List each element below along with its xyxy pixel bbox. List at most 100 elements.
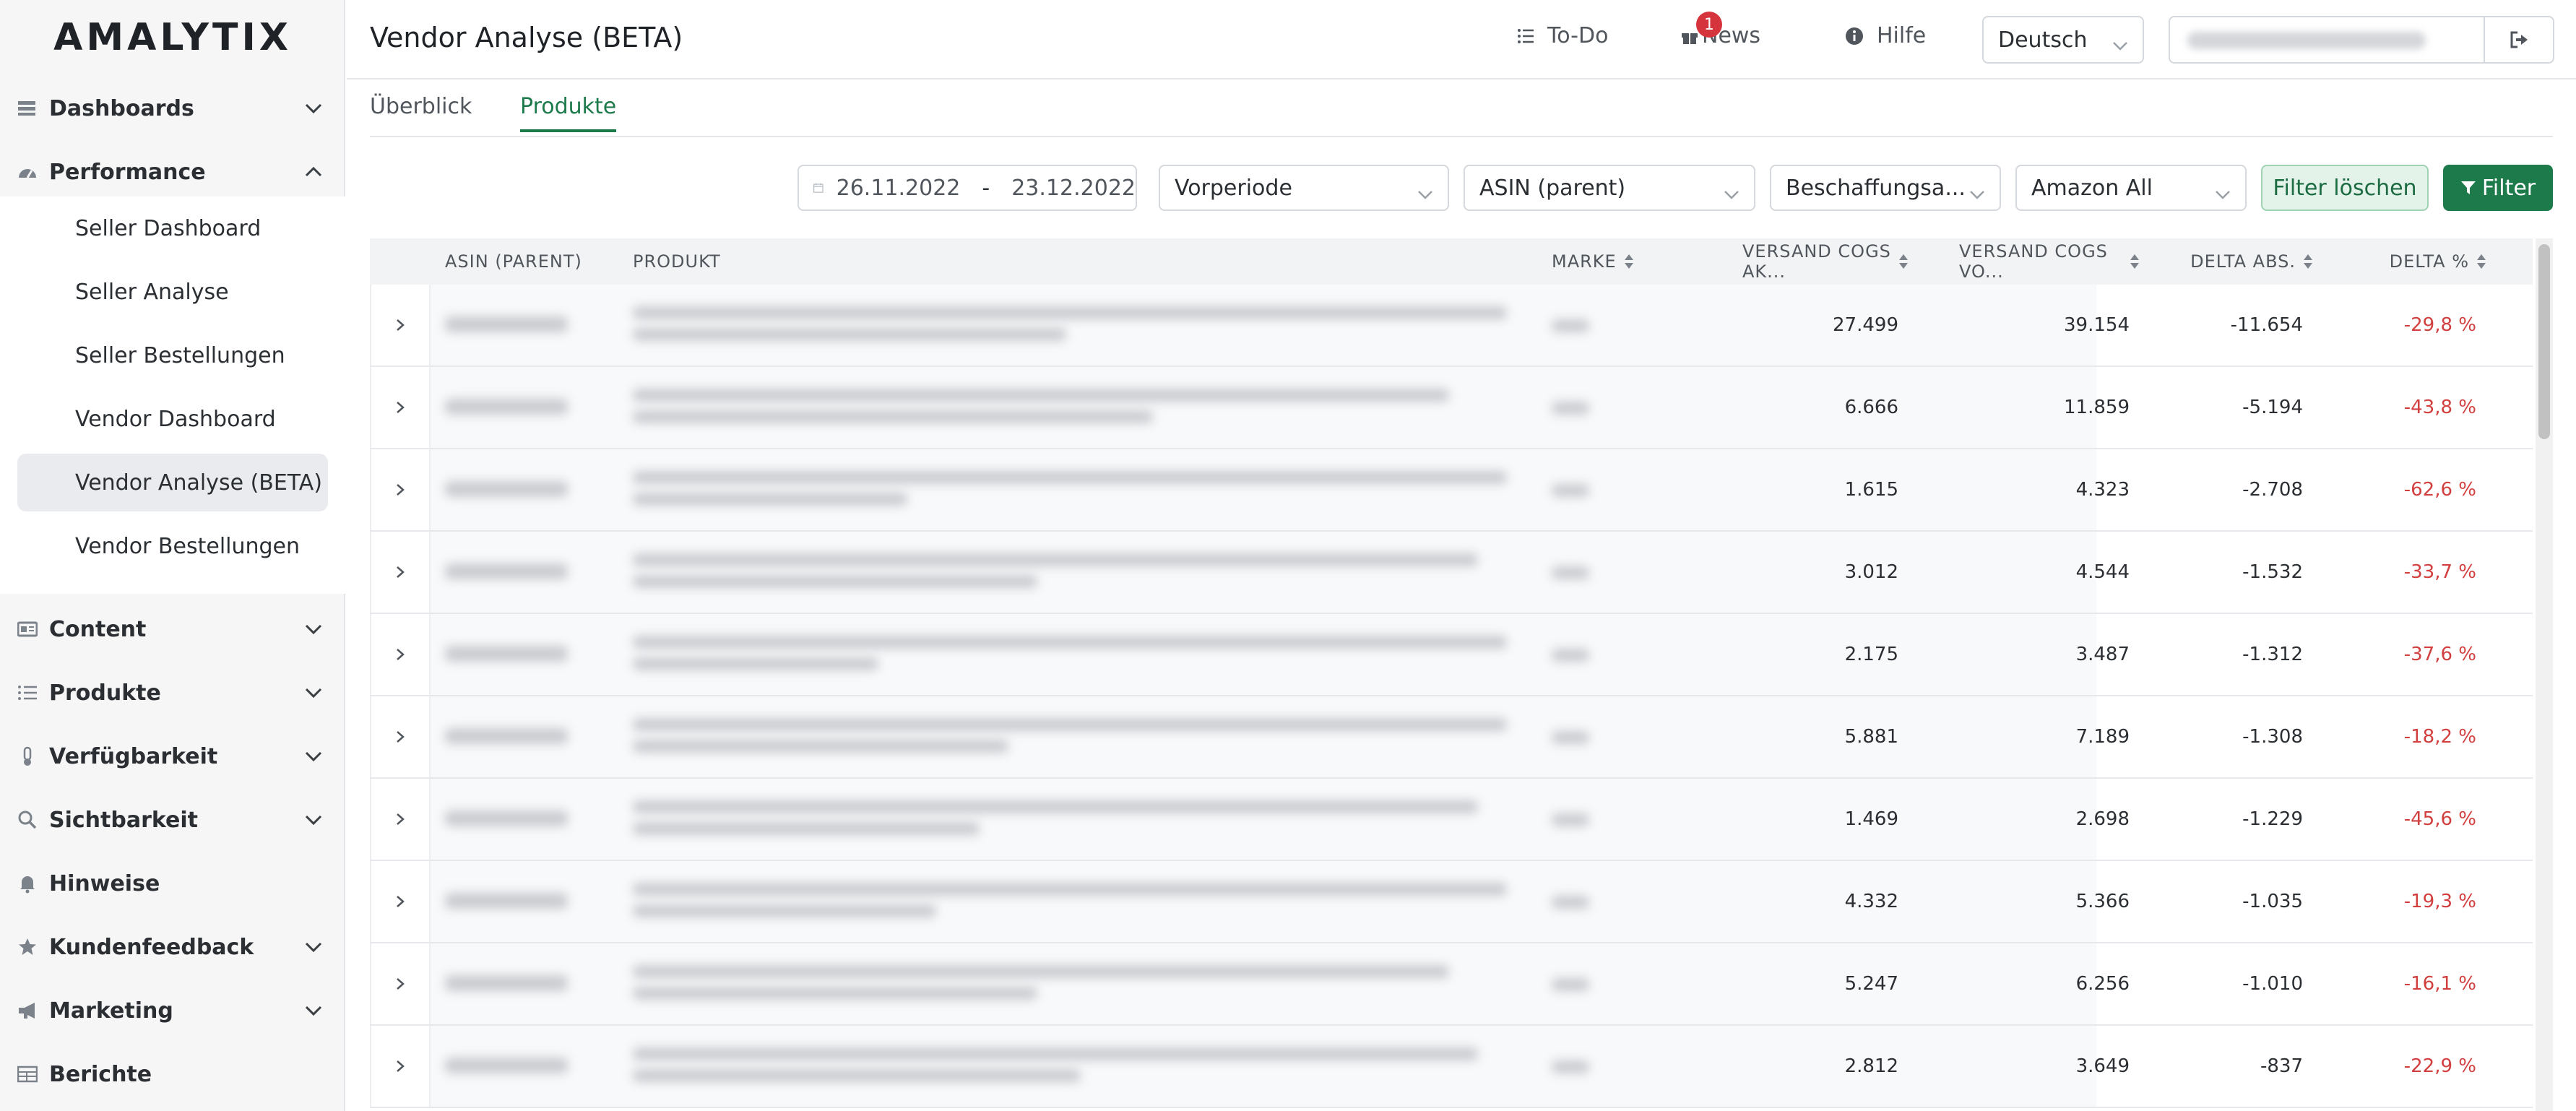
chevron-right-icon <box>397 319 405 331</box>
sidebar-item-vendor-dashboard[interactable]: Vendor Dashboard <box>17 390 328 448</box>
row-expand-toggle[interactable] <box>370 614 431 695</box>
sidebar-group-label: Marketing <box>49 998 173 1024</box>
row-expand-toggle[interactable] <box>370 367 431 448</box>
cell-cogs-current: 1.469 <box>1844 808 1898 830</box>
sidebar-group-label: Kundenfeedback <box>49 934 254 960</box>
product-title-redacted <box>633 800 1478 813</box>
tab-ueberblick[interactable]: Überblick <box>370 94 472 129</box>
scrollbar-thumb[interactable] <box>2538 244 2550 439</box>
product-title-redacted <box>633 553 1478 566</box>
marketplace-select[interactable]: Amazon All <box>2015 165 2247 211</box>
column-produkt[interactable]: PRODUKT <box>633 238 721 285</box>
sidebar-group-dashboards[interactable]: Dashboards <box>17 79 328 137</box>
sidebar-item-seller-bestellungen[interactable]: Seller Bestellungen <box>17 327 328 384</box>
cell-cogs-previous: 4.544 <box>2075 561 2130 583</box>
sidebar-group-label: Verfügbarkeit <box>49 743 218 769</box>
sidebar-group-kundenfeedback[interactable]: Kundenfeedback <box>17 918 328 976</box>
cell-cogs-previous: 5.366 <box>2075 891 2130 912</box>
source-select[interactable]: Beschaffungsa... <box>1770 165 2001 211</box>
table-scrollbar[interactable] <box>2536 238 2553 1111</box>
table-row[interactable]: 1.615 4.323 -2.708 -62,6 % <box>370 449 2533 532</box>
row-expand-toggle[interactable] <box>370 696 431 777</box>
date-separator: - <box>982 175 990 201</box>
chevron-right-icon <box>397 402 405 413</box>
date-range-picker[interactable]: 26.11.2022 - 23.12.2022 <box>798 165 1137 211</box>
row-expand-toggle[interactable] <box>370 861 431 942</box>
table-row[interactable]: 2.175 3.487 -1.312 -37,6 % <box>370 614 2533 696</box>
sidebar-item-seller-analyse[interactable]: Seller Analyse <box>17 263 328 321</box>
sidebar-group-label: Dashboards <box>49 95 194 121</box>
table-row[interactable]: 5.881 7.189 -1.308 -18,2 % <box>370 696 2533 779</box>
column-asin[interactable]: ASIN (PARENT) <box>445 238 582 285</box>
page-title: Vendor Analyse (BETA) <box>370 22 683 53</box>
column-delta-abs[interactable]: DELTA ABS. <box>2161 238 2313 285</box>
row-expand-toggle[interactable] <box>370 943 431 1024</box>
column-versand-cogs-aktuell[interactable]: VERSAND COGS AK... <box>1742 238 1909 285</box>
brand-redacted <box>1552 896 1589 909</box>
row-expand-toggle[interactable] <box>370 285 431 366</box>
chevron-right-icon <box>397 896 405 907</box>
sidebar-item-vendor-analyse[interactable]: Vendor Analyse (BETA) <box>17 454 328 511</box>
grouping-select[interactable]: ASIN (parent) <box>1464 165 1755 211</box>
row-expand-toggle[interactable] <box>370 1026 431 1107</box>
logout-button[interactable] <box>2484 16 2554 64</box>
table-row[interactable]: 2.812 3.649 -837 -22,9 % <box>370 1026 2533 1108</box>
gauge-icon <box>17 163 49 181</box>
table-icon <box>17 1065 49 1083</box>
table-row[interactable]: 3.012 4.544 -1.532 -33,7 % <box>370 532 2533 614</box>
sidebar-group-produkte[interactable]: Produkte <box>17 664 328 722</box>
sidebar-group-berichte[interactable]: Berichte <box>17 1045 328 1103</box>
clear-filter-button[interactable]: Filter löschen <box>2261 165 2429 211</box>
comparison-select[interactable]: Vorperiode <box>1159 165 1449 211</box>
table-row[interactable]: 4.332 5.366 -1.035 -19,3 % <box>370 861 2533 943</box>
product-title-redacted <box>633 493 907 506</box>
sidebar-item-seller-dashboard[interactable]: Seller Dashboard <box>17 199 328 257</box>
product-title-redacted <box>633 965 1449 978</box>
sidebar-group-sichtbarkeit[interactable]: Sichtbarkeit <box>17 791 328 849</box>
row-expand-toggle[interactable] <box>370 449 431 530</box>
filter-button-label: Filter <box>2481 175 2536 201</box>
gift-icon <box>1682 33 1698 44</box>
chevron-right-icon <box>397 1060 405 1072</box>
brand-redacted <box>1552 649 1589 662</box>
marketplace-value: Amazon All <box>2031 175 2153 201</box>
sidebar-group-verfuegbarkeit[interactable]: Verfügbarkeit <box>17 727 328 785</box>
chevron-down-icon <box>1969 181 1985 206</box>
sidebar-group-label: Produkte <box>49 680 161 706</box>
cell-cogs-previous: 3.487 <box>2075 644 2130 665</box>
info-icon <box>1846 27 1863 45</box>
todo-link[interactable]: To-Do <box>1517 23 1608 48</box>
row-expand-toggle[interactable] <box>370 532 431 613</box>
logout-icon <box>2510 31 2528 48</box>
sidebar-group-content[interactable]: Content <box>17 600 328 658</box>
column-versand-cogs-vorperiode[interactable]: VERSAND COGS VO... <box>1959 238 2140 285</box>
table-row[interactable]: 6.666 11.859 -5.194 -43,8 % <box>370 367 2533 449</box>
cell-delta-abs: -5.194 <box>2242 397 2303 418</box>
cell-cogs-current: 1.615 <box>1844 479 1898 501</box>
sidebar-group-performance[interactable]: Performance <box>17 143 328 201</box>
product-title-redacted <box>633 575 1037 588</box>
sidebar-group-hinweise[interactable]: Hinweise <box>17 855 328 912</box>
cell-delta-pct: -19,3 % <box>2403 891 2476 912</box>
cell-delta-abs: -1.308 <box>2242 726 2303 748</box>
filter-button[interactable]: Filter <box>2443 165 2553 211</box>
asin-redacted <box>445 1058 568 1073</box>
column-marke[interactable]: MARKE <box>1552 238 1634 285</box>
sidebar-item-vendor-bestellungen[interactable]: Vendor Bestellungen <box>17 517 328 575</box>
table-row[interactable]: 5.247 6.256 -1.010 -16,1 % <box>370 943 2533 1026</box>
app-logo: AMALYTIX <box>53 16 292 59</box>
row-expand-toggle[interactable] <box>370 779 431 860</box>
table-row[interactable]: 1.469 2.698 -1.229 -45,6 % <box>370 779 2533 861</box>
column-delta-pct[interactable]: DELTA % <box>2335 238 2486 285</box>
table-row[interactable]: 27.499 39.154 -11.654 -29,8 % <box>370 285 2533 367</box>
language-select[interactable]: Deutsch <box>1982 16 2144 64</box>
thermometer-icon <box>17 746 49 766</box>
tab-produkte[interactable]: Produkte <box>520 94 617 132</box>
cell-delta-abs: -2.708 <box>2242 479 2303 501</box>
help-link[interactable]: Hilfe <box>1845 23 1926 48</box>
help-label: Hilfe <box>1877 23 1927 48</box>
chevron-right-icon <box>397 484 405 496</box>
sidebar-group-marketing[interactable]: Marketing <box>17 982 328 1039</box>
content-icon <box>17 621 49 638</box>
chevron-down-icon <box>299 103 328 114</box>
